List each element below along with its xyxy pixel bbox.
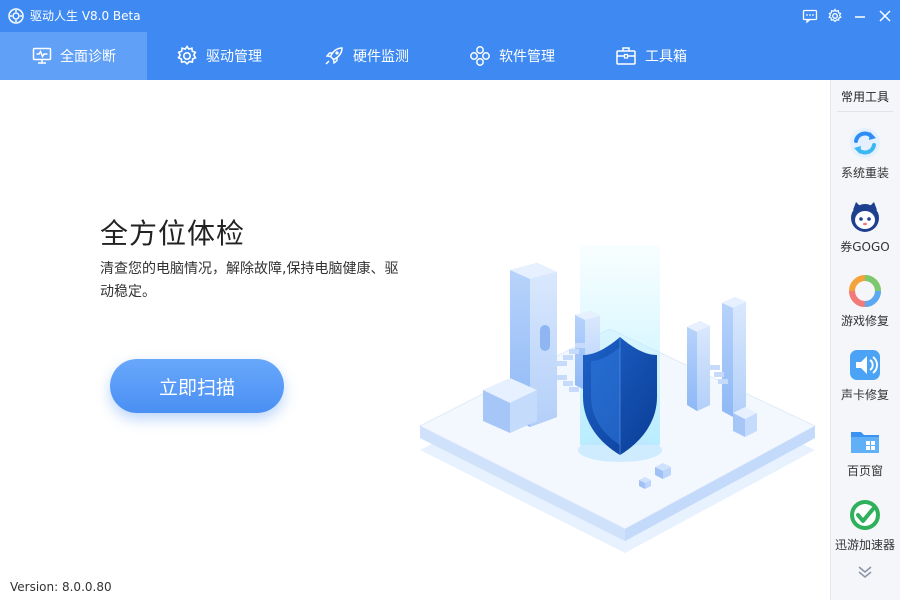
mascot-icon <box>851 202 879 232</box>
tool-label: 百页窗 <box>846 464 883 478</box>
page-description: 清查您的电脑情况，解除故障,保持电脑健康、驱动稳定。 <box>100 261 399 300</box>
tab-label: 工具箱 <box>645 49 687 65</box>
tools-panel-title: 常用工具 <box>840 90 889 104</box>
toolbox-icon <box>616 47 636 65</box>
minimize-icon <box>855 16 865 18</box>
tool-label: 系统重装 <box>840 166 889 180</box>
tab-software-management[interactable]: 软件管理 <box>469 32 555 80</box>
close-icon <box>879 10 891 22</box>
feedback-icon <box>802 9 818 24</box>
monitor-check-icon <box>32 47 52 64</box>
tool-xunyou-accelerator[interactable]: 迅游加速器 <box>831 498 899 564</box>
divider <box>837 111 893 112</box>
tab-toolbox[interactable]: 工具箱 <box>615 32 687 80</box>
double-chevron-down-icon[interactable] <box>855 564 875 580</box>
tool-baiye-window[interactable]: 百页窗 <box>831 424 899 490</box>
tab-full-diagnosis[interactable]: 全面诊断 <box>0 32 147 80</box>
feedback-button[interactable] <box>800 6 820 26</box>
tool-sound-card-repair[interactable]: 声卡修复 <box>831 348 899 414</box>
folder-icon <box>851 432 879 453</box>
close-button[interactable] <box>875 6 895 26</box>
gear-icon <box>177 45 197 66</box>
tab-label: 全面诊断 <box>60 49 116 65</box>
apps-icon <box>470 46 490 66</box>
title-bar: 驱动人生 V8.0 Beta <box>0 0 900 32</box>
page-title: 全方位体检 <box>100 217 246 250</box>
tool-label: 券GOGO <box>840 240 890 254</box>
tool-label: 声卡修复 <box>840 388 889 402</box>
tool-coupon-gogo[interactable]: 券GOGO <box>831 200 899 266</box>
tab-label: 软件管理 <box>499 49 555 65</box>
accelerator-icon <box>850 500 880 530</box>
speaker-icon <box>850 350 880 380</box>
settings-button[interactable] <box>825 6 845 26</box>
tab-driver-management[interactable]: 驱动管理 <box>176 32 262 80</box>
reinstall-icon <box>850 128 880 158</box>
tab-label: 驱动管理 <box>206 49 262 65</box>
tool-game-repair[interactable]: 游戏修复 <box>831 274 899 340</box>
main-panel: 全方位体检 清查您的电脑情况，解除故障,保持电脑健康、驱动稳定。 立即扫描 Ve… <box>0 80 830 600</box>
tool-label: 游戏修复 <box>840 314 889 328</box>
security-illustration <box>418 245 817 553</box>
app-logo-icon <box>8 8 24 24</box>
scan-now-button[interactable]: 立即扫描 <box>110 359 284 413</box>
version-label: Version: 8.0.0.80 <box>10 580 112 594</box>
tool-label: 迅游加速器 <box>834 538 895 552</box>
settings-icon <box>828 8 842 23</box>
app-title: 驱动人生 V8.0 Beta <box>30 9 141 23</box>
tab-hardware-monitor[interactable]: 硬件监测 <box>323 32 409 80</box>
main-nav: 全面诊断 驱动管理 硬件监测 软件管理 工具箱 <box>0 32 900 80</box>
rocket-icon <box>325 47 343 65</box>
minimize-button[interactable] <box>850 6 870 26</box>
game-ring-icon <box>849 275 881 307</box>
tool-system-reinstall[interactable]: 系统重装 <box>831 126 899 192</box>
tab-label: 硬件监测 <box>353 49 409 65</box>
tools-panel: 常用工具 系统重装 券GOGO 游戏修复 声卡修复 百页窗 迅游加速器 <box>830 80 900 600</box>
